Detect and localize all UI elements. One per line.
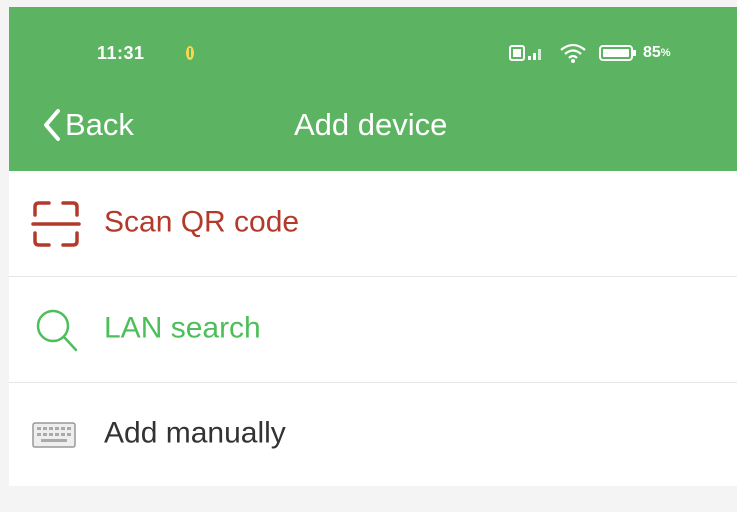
chevron-left-icon [44,109,60,141]
status-icons: 85 % [509,41,671,65]
search-icon [36,309,78,351]
add-method-list: Scan QR code LAN search Add manually [9,171,737,486]
scan-qr-code-item[interactable]: Scan QR code [9,171,737,277]
wifi-icon [560,43,586,63]
back-button[interactable]: Back [43,103,134,147]
page-title: Add device [294,107,448,142]
lan-search-item[interactable]: LAN search [9,277,737,383]
scan-qr-code-label: Scan QR code [104,205,300,239]
add-manually-item[interactable]: Add manually [9,383,737,486]
sim-signal-icon [509,45,541,61]
add-device-screen: 11:31 85 % Back Add device Scan QR code … [0,0,737,512]
battery-percent-sign: % [660,47,671,59]
add-manually-label: Add manually [104,416,286,450]
status-time: 11:31 [97,43,145,63]
app-header: 11:31 85 % Back Add device [9,7,737,171]
back-label: Back [65,107,134,142]
battery-icon [599,45,636,61]
navigation-bar: Back Add device [9,87,737,171]
keyboard-icon [32,421,76,448]
battery-percent: 85 [643,44,661,61]
lan-search-label: LAN search [104,311,261,345]
status-bar: 11:31 85 % [9,7,737,87]
qr-scan-icon [31,200,81,247]
notification-icon [186,46,194,60]
